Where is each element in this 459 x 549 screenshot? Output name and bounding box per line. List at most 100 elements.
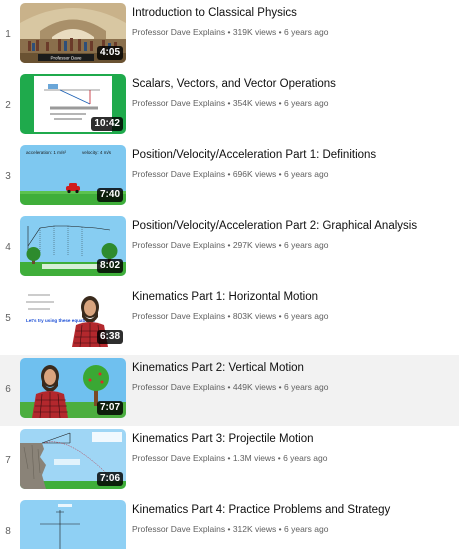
upload-age: 6 years ago	[284, 382, 329, 392]
playlist-item-8[interactable]: 8 Kinematics Part 4: Practice Problems a…	[0, 497, 459, 549]
upload-age: 6 years ago	[284, 169, 329, 179]
playlist-item-3[interactable]: 3 acceleration: 1 m/s² velocity: 4 m/s 7…	[0, 142, 459, 213]
channel-name[interactable]: Professor Dave Explains	[132, 311, 225, 321]
view-count: 312K views	[232, 524, 277, 534]
separator-dot: •	[227, 524, 231, 534]
channel-name[interactable]: Professor Dave Explains	[132, 27, 225, 37]
item-index: 4	[5, 242, 11, 253]
playlist-item-6[interactable]: 6 7:07 Kinematics Part 2: Vertical Motio…	[0, 355, 459, 426]
channel-name[interactable]: Professor Dave Explains	[132, 382, 225, 392]
separator-dot: •	[227, 98, 231, 108]
channel-name[interactable]: Professor Dave Explains	[132, 524, 225, 534]
video-title[interactable]: Kinematics Part 2: Vertical Motion	[132, 361, 453, 376]
thumbnail-velocity-text: velocity: 4 m/s	[82, 150, 112, 155]
view-count: 319K views	[232, 27, 277, 37]
playlist-item-5[interactable]: 5 Let's try using these equations! 6:38	[0, 284, 459, 355]
video-thumbnail[interactable]: 10:42	[20, 74, 126, 134]
video-thumbnail[interactable]: Let's try using these equations! 6:38	[20, 287, 126, 347]
video-subtitle: Professor Dave Explains • 312K views • 6…	[132, 524, 453, 534]
channel-name[interactable]: Professor Dave Explains	[132, 453, 225, 463]
view-count: 803K views	[232, 311, 277, 321]
video-title[interactable]: Introduction to Classical Physics	[132, 6, 453, 21]
playlist-item-7[interactable]: 7 7:06 Kinematics Part 3: Projectile Mot…	[0, 426, 459, 497]
view-count: 696K views	[232, 169, 277, 179]
video-subtitle: Professor Dave Explains • 696K views • 6…	[132, 169, 453, 179]
item-index: 6	[5, 384, 11, 395]
video-subtitle: Professor Dave Explains • 803K views • 6…	[132, 311, 453, 321]
video-duration: 7:07	[96, 401, 123, 415]
separator-dot: •	[278, 524, 282, 534]
video-thumbnail[interactable]: Professor Dave 4:05	[20, 3, 126, 63]
separator-dot: •	[227, 27, 231, 37]
video-thumbnail[interactable]	[20, 500, 126, 549]
upload-age: 6 years ago	[284, 27, 329, 37]
separator-dot: •	[278, 169, 282, 179]
video-duration: 6:38	[96, 330, 123, 344]
view-count: 1.3M views	[232, 453, 276, 463]
video-subtitle: Professor Dave Explains • 319K views • 6…	[132, 27, 453, 37]
video-title[interactable]: Scalars, Vectors, and Vector Operations	[132, 77, 453, 92]
video-meta: Introduction to Classical Physics Profes…	[132, 6, 453, 37]
separator-dot: •	[227, 240, 231, 250]
item-index: 2	[5, 100, 11, 111]
separator-dot: •	[227, 453, 231, 463]
view-count: 297K views	[232, 240, 277, 250]
video-thumbnail[interactable]: acceleration: 1 m/s² velocity: 4 m/s 7:4…	[20, 145, 126, 205]
channel-name[interactable]: Professor Dave Explains	[132, 169, 225, 179]
separator-dot: •	[278, 240, 282, 250]
item-index: 5	[5, 313, 11, 324]
video-meta: Position/Velocity/Acceleration Part 1: D…	[132, 148, 453, 179]
separator-dot: •	[227, 311, 231, 321]
upload-age: 6 years ago	[284, 98, 329, 108]
video-duration: 7:40	[96, 188, 123, 202]
channel-name[interactable]: Professor Dave Explains	[132, 98, 225, 108]
upload-age: 6 years ago	[284, 524, 329, 534]
channel-name[interactable]: Professor Dave Explains	[132, 240, 225, 250]
video-title[interactable]: Kinematics Part 1: Horizontal Motion	[132, 290, 453, 305]
video-duration: 10:42	[91, 117, 123, 131]
separator-dot: •	[278, 382, 282, 392]
video-meta: Position/Velocity/Acceleration Part 2: G…	[132, 219, 453, 250]
separator-dot: •	[278, 311, 282, 321]
playlist-item-1[interactable]: 1 Professor Dave 4:05 Introduction to Cl…	[0, 0, 459, 71]
view-count: 449K views	[232, 382, 277, 392]
video-subtitle: Professor Dave Explains • 354K views • 6…	[132, 98, 453, 108]
separator-dot: •	[278, 98, 282, 108]
upload-age: 6 years ago	[283, 453, 328, 463]
upload-age: 6 years ago	[284, 240, 329, 250]
video-duration: 8:02	[96, 259, 123, 273]
playlist-panel: 1 Professor Dave 4:05 Introduction to Cl…	[0, 0, 459, 549]
separator-dot: •	[227, 169, 231, 179]
video-title[interactable]: Kinematics Part 3: Projectile Motion	[132, 432, 453, 447]
item-index: 1	[5, 29, 11, 40]
item-index: 3	[5, 171, 11, 182]
video-subtitle: Professor Dave Explains • 1.3M views • 6…	[132, 453, 453, 463]
separator-dot: •	[227, 382, 231, 392]
practice-problems-thumbnail-image	[20, 500, 126, 549]
thumbnail-acceleration-text: acceleration: 1 m/s²	[26, 150, 67, 155]
video-title[interactable]: Position/Velocity/Acceleration Part 2: G…	[132, 219, 453, 234]
video-title[interactable]: Kinematics Part 4: Practice Problems and…	[132, 503, 453, 518]
thumbnail-banner-text: Professor Dave	[50, 56, 82, 61]
separator-dot: •	[278, 27, 282, 37]
video-meta: Kinematics Part 2: Vertical Motion Profe…	[132, 361, 453, 392]
playlist-item-4[interactable]: 4 8:02 Position/Velocity/Acceleration Pa…	[0, 213, 459, 284]
video-meta: Kinematics Part 3: Projectile Motion Pro…	[132, 432, 453, 463]
video-duration: 4:05	[96, 46, 123, 60]
item-index: 7	[5, 455, 11, 466]
video-meta: Scalars, Vectors, and Vector Operations …	[132, 77, 453, 108]
video-duration: 7:06	[96, 472, 123, 486]
video-thumbnail[interactable]: 7:06	[20, 429, 126, 489]
video-title[interactable]: Position/Velocity/Acceleration Part 1: D…	[132, 148, 453, 163]
separator-dot: •	[277, 453, 281, 463]
video-meta: Kinematics Part 1: Horizontal Motion Pro…	[132, 290, 453, 321]
upload-age: 6 years ago	[284, 311, 329, 321]
video-subtitle: Professor Dave Explains • 449K views • 6…	[132, 382, 453, 392]
video-thumbnail[interactable]: 8:02	[20, 216, 126, 276]
view-count: 354K views	[232, 98, 277, 108]
video-meta: Kinematics Part 4: Practice Problems and…	[132, 503, 453, 534]
item-index: 8	[5, 526, 11, 537]
video-subtitle: Professor Dave Explains • 297K views • 6…	[132, 240, 453, 250]
playlist-item-2[interactable]: 2 10:42 Scalars, Vectors, and Vector Ope…	[0, 71, 459, 142]
video-thumbnail[interactable]: 7:07	[20, 358, 126, 418]
